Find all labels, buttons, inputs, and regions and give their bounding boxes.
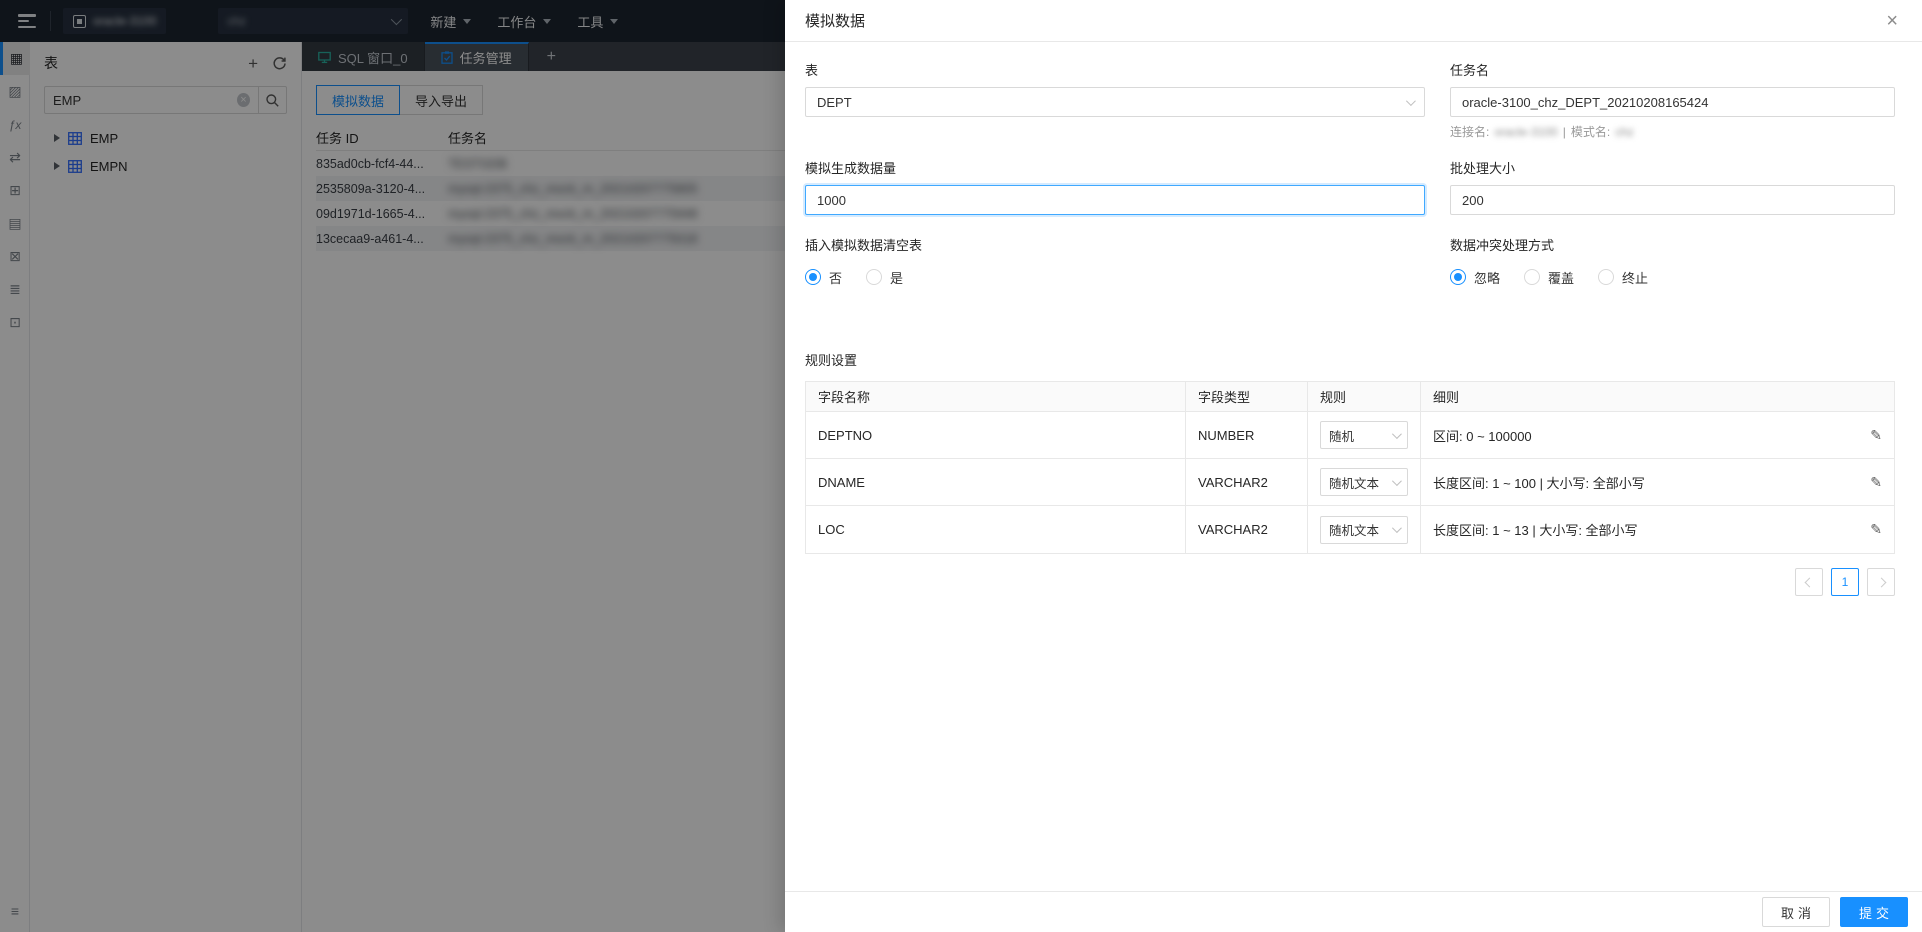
radio-unselected-icon — [1598, 269, 1615, 285]
radio-label: 否 — [829, 270, 843, 286]
schema-value-redacted: chz — [1615, 124, 1634, 139]
batch-size-input[interactable] — [1450, 185, 1895, 215]
field-type-cell: VARCHAR2 — [1186, 506, 1308, 553]
connection-helper: 连接名: oracle-3100 | 模式名: chz — [1450, 123, 1895, 140]
close-icon[interactable]: × — [1882, 9, 1902, 33]
radio-truncate-no[interactable]: 否 — [805, 268, 842, 287]
drawer-header: 模拟数据 × — [785, 0, 1922, 42]
radio-conflict-ignore[interactable]: 忽略 — [1450, 268, 1500, 287]
task-name-field-label: 任务名 — [1450, 63, 1490, 78]
radio-unselected-icon — [866, 269, 883, 285]
rule-select-value: 随机 — [1329, 429, 1355, 444]
mock-data-drawer: 模拟数据 × 表 DEPT 任务名 连接名: oracl — [785, 0, 1922, 932]
rule-detail-text: 长度区间: 1 ~ 100 | 大小写: 全部小写 — [1433, 475, 1645, 491]
field-name-cell: DNAME — [806, 459, 1186, 505]
helper-separator: | — [1562, 124, 1566, 139]
page-number-button[interactable]: 1 — [1831, 568, 1859, 596]
radio-label: 终止 — [1622, 270, 1649, 286]
radio-conflict-overwrite[interactable]: 覆盖 — [1524, 268, 1574, 287]
rule-select[interactable]: 随机文本 — [1320, 468, 1408, 496]
field-batch-size: 批处理大小 — [1450, 158, 1895, 215]
cancel-button[interactable]: 取消 — [1761, 897, 1830, 927]
chevron-down-icon — [1391, 428, 1402, 439]
rules-table-header: 字段名称 字段类型 规则 细则 — [806, 382, 1894, 412]
pagination: 1 — [805, 568, 1895, 596]
col-field-name: 字段名称 — [806, 382, 1186, 411]
chevron-right-icon — [1876, 577, 1886, 587]
conn-value-redacted: oracle-3100 — [1494, 124, 1558, 139]
rules-section-title: 规则设置 — [805, 353, 858, 368]
rule-detail-text: 区间: 0 ~ 100000 — [1433, 428, 1532, 444]
field-name-cell: LOC — [806, 506, 1186, 553]
chevron-down-icon — [1405, 95, 1416, 106]
rule-detail-text: 长度区间: 1 ~ 13 | 大小写: 全部小写 — [1433, 523, 1638, 538]
field-name-cell: DEPTNO — [806, 412, 1186, 458]
radio-label: 忽略 — [1474, 270, 1501, 286]
rule-select-value: 随机文本 — [1329, 476, 1380, 491]
field-type-cell: VARCHAR2 — [1186, 459, 1308, 505]
radio-label: 是 — [890, 270, 904, 286]
chevron-left-icon — [1804, 577, 1814, 587]
chevron-down-icon — [1391, 475, 1402, 486]
rule-select[interactable]: 随机文本 — [1320, 515, 1408, 544]
field-truncate: 插入模拟数据清空表 否 是 — [805, 235, 1425, 292]
task-name-input[interactable] — [1450, 87, 1895, 117]
col-detail: 细则 — [1433, 390, 1460, 405]
edit-icon[interactable]: ✎ — [1870, 521, 1882, 538]
radio-unselected-icon — [1524, 269, 1541, 285]
edit-icon[interactable]: ✎ — [1870, 474, 1882, 491]
row-count-label: 模拟生成数据量 — [805, 161, 897, 176]
radio-truncate-yes[interactable]: 是 — [866, 268, 903, 287]
drawer-body: 表 DEPT 任务名 连接名: oracle-3100 | 模式名: chz — [785, 42, 1922, 891]
table-field-label: 表 — [805, 63, 819, 78]
radio-selected-icon — [805, 269, 821, 285]
row-count-input[interactable] — [805, 185, 1425, 215]
field-row-count: 模拟生成数据量 — [805, 158, 1425, 215]
field-task-name: 任务名 连接名: oracle-3100 | 模式名: chz — [1450, 60, 1895, 140]
drawer-footer: 取消 提交 — [785, 891, 1922, 932]
radio-label: 覆盖 — [1548, 270, 1575, 286]
prev-page-button[interactable] — [1795, 568, 1823, 596]
rules-table: 字段名称 字段类型 规则 细则 DEPTNO NUMBER 随机 区间: 0 ~… — [805, 381, 1895, 554]
edit-icon[interactable]: ✎ — [1870, 427, 1882, 444]
drawer-title: 模拟数据 — [805, 13, 866, 30]
submit-button[interactable]: 提交 — [1839, 897, 1908, 927]
rules-row: DNAME VARCHAR2 随机文本 长度区间: 1 ~ 100 | 大小写:… — [806, 459, 1894, 506]
field-conflict: 数据冲突处理方式 忽略 覆盖 终止 — [1450, 235, 1895, 292]
col-rule: 规则 — [1308, 382, 1421, 411]
schema-label: 模式名: — [1570, 125, 1611, 139]
batch-size-label: 批处理大小 — [1450, 161, 1516, 176]
rule-select-value: 随机文本 — [1329, 524, 1380, 538]
rule-select[interactable]: 随机 — [1320, 421, 1408, 449]
conflict-label: 数据冲突处理方式 — [1450, 238, 1555, 253]
app-root: oracle-3100 chz 新建 工作台 工具 ▦ ▨ ƒx ⇄ ⊞ ▤ ⊠… — [0, 0, 1922, 932]
truncate-label: 插入模拟数据清空表 — [805, 238, 923, 253]
rules-row: DEPTNO NUMBER 随机 区间: 0 ~ 100000 ✎ — [806, 412, 1894, 459]
radio-selected-icon — [1450, 269, 1466, 285]
field-type-cell: NUMBER — [1186, 412, 1308, 458]
table-select[interactable]: DEPT — [805, 87, 1425, 117]
radio-conflict-abort[interactable]: 终止 — [1598, 268, 1648, 287]
rules-row: LOC VARCHAR2 随机文本 长度区间: 1 ~ 13 | 大小写: 全部… — [806, 506, 1894, 553]
next-page-button[interactable] — [1867, 568, 1895, 596]
table-select-value: DEPT — [817, 94, 852, 110]
field-table: 表 DEPT — [805, 60, 1425, 140]
conn-label: 连接名: — [1450, 125, 1490, 139]
chevron-down-icon — [1391, 523, 1402, 534]
col-field-type: 字段类型 — [1186, 382, 1308, 411]
